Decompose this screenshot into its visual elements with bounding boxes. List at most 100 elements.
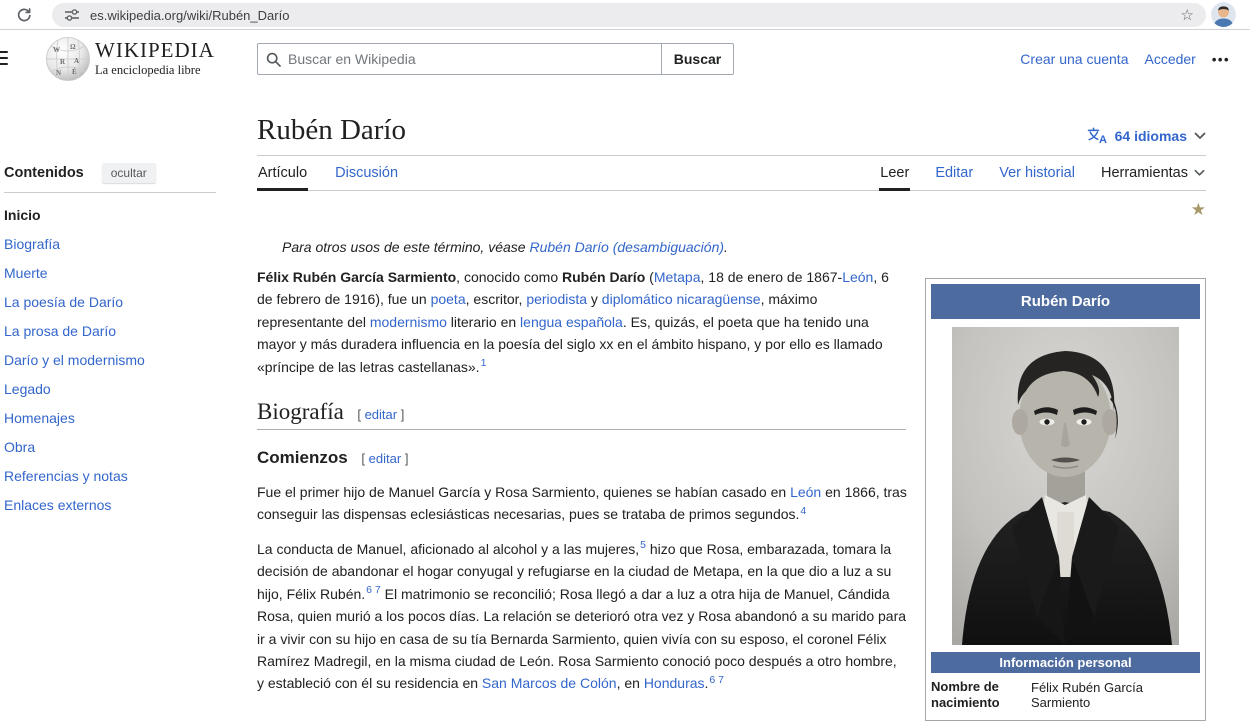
login-link[interactable]: Acceder [1144, 51, 1195, 67]
search-button[interactable]: Buscar [661, 43, 734, 75]
toc-item-modernismo[interactable]: Darío y el modernismo [4, 346, 240, 375]
table-of-contents: Contenidos ocultar Inicio Biografía Muer… [0, 163, 240, 520]
portrait-photo[interactable] [952, 327, 1179, 645]
infobox-section-header: Información personal [931, 652, 1200, 673]
toc-item-biografia[interactable]: Biografía [4, 230, 240, 259]
text-segment: , en [616, 675, 644, 692]
svg-text:A: A [1099, 134, 1107, 144]
svg-text:Ω: Ω [70, 43, 76, 51]
search-icon [266, 52, 281, 67]
toc-hide-button[interactable]: ocultar [101, 163, 156, 183]
search-input[interactable] [288, 51, 653, 67]
toc-item-legado[interactable]: Legado [4, 375, 240, 404]
tab-herramientas[interactable]: Herramientas [1100, 159, 1206, 190]
toc-item-muerte[interactable]: Muerte [4, 259, 240, 288]
wiki-link[interactable]: 6 7 [709, 674, 724, 686]
wiki-link[interactable]: 4 [800, 505, 806, 517]
user-links: Crear una cuenta Acceder ••• [1020, 51, 1230, 67]
wikipedia-wordmark[interactable]: WIKIPEDIA La enciclopedia libre [95, 38, 215, 78]
wiki-link[interactable]: diplomático [602, 291, 673, 307]
lead-paragraph: Félix Rubén García Sarmiento, conocido c… [257, 266, 907, 378]
wiki-link[interactable]: lengua española [520, 314, 623, 330]
logo-subtitle: La enciclopedia libre [95, 63, 201, 78]
toc-item-homenajes[interactable]: Homenajes [4, 404, 240, 433]
reload-icon[interactable] [16, 7, 32, 23]
infobox-row-value: Félix Rubén García Sarmiento [1031, 680, 1143, 710]
wiki-link[interactable]: León [842, 269, 873, 285]
toc-item-referencias[interactable]: Referencias y notas [4, 462, 240, 491]
text-segment: ( [645, 269, 654, 285]
text-segment: , 18 de enero de 1867- [700, 269, 843, 285]
infobox-title: Rubén Darío [931, 284, 1200, 319]
section-heading-comienzos: Comienzos [ editar ] [257, 448, 409, 467]
svg-text:W: W [53, 46, 60, 54]
svg-text:É: É [72, 68, 77, 76]
wiki-link[interactable]: modernismo [370, 314, 447, 330]
more-options-icon[interactable]: ••• [1212, 52, 1230, 67]
text-segment: Para otros usos de este término, véase [282, 239, 530, 255]
comienzos-paragraph-1: Fue el primer hijo de Manuel García y Ro… [257, 481, 907, 526]
hatnote: Para otros usos de este término, véase R… [282, 239, 902, 255]
text-segment: . [704, 675, 709, 692]
edit-section-link: [ editar ] [357, 407, 405, 422]
address-bar[interactable]: es.wikipedia.org/wiki/Rubén_Darío ☆ [52, 3, 1206, 27]
tab-editar[interactable]: Editar [934, 159, 974, 190]
heading-divider [257, 429, 906, 430]
edit-section-link: [ editar ] [361, 451, 409, 466]
wiki-link[interactable]: Metapa [654, 269, 701, 285]
text-segment: Rubén Darío [562, 269, 646, 285]
text-segment: , conocido como [456, 269, 563, 285]
wiki-link[interactable]: periodista [526, 291, 587, 307]
tab-leer[interactable]: Leer [879, 159, 911, 191]
featured-article-star-icon: ★ [1190, 200, 1206, 219]
language-selector-button[interactable]: A 64 idiomas [1087, 127, 1206, 144]
language-count-label: 64 idiomas [1114, 127, 1187, 144]
browser-toolbar: es.wikipedia.org/wiki/Rubén_Darío ☆ [0, 0, 1250, 30]
text-segment: La conducta de Manuel, aficionado al alc… [257, 541, 640, 557]
chevron-down-icon [1194, 169, 1205, 176]
chevron-down-icon [1194, 132, 1206, 139]
search-box[interactable] [257, 43, 661, 75]
language-icon: A [1087, 127, 1107, 144]
edit-link[interactable]: editar [369, 451, 402, 466]
section-heading-biografia: Biografía [ editar ] [257, 399, 405, 424]
toc-item-enlaces[interactable]: Enlaces externos [4, 491, 240, 520]
profile-avatar[interactable] [1211, 2, 1236, 27]
toc-item-inicio[interactable]: Inicio [4, 201, 240, 230]
infobox-row-label: Nombre de nacimiento [931, 679, 1000, 710]
text-segment: . [724, 239, 728, 255]
infobox: Rubén Darío Información personal Nombre … [925, 278, 1206, 721]
wikipedia-globe-logo[interactable]: W ΩR AN É [45, 36, 91, 82]
wiki-link[interactable]: 6 7 [366, 584, 381, 596]
hamburger-menu-icon[interactable] [0, 51, 8, 65]
tab-discusion[interactable]: Discusión [334, 159, 399, 190]
wiki-link[interactable]: Honduras [644, 675, 705, 691]
text-segment: , escritor, [465, 291, 527, 308]
wiki-link[interactable]: San Marcos de Colón [482, 675, 617, 691]
toc-item-prosa[interactable]: La prosa de Darío [4, 317, 240, 346]
toc-item-poesia[interactable]: La poesía de Darío [4, 288, 240, 317]
tab-ver-historial[interactable]: Ver historial [998, 159, 1076, 190]
text-segment: Félix Rubén García Sarmiento [257, 269, 457, 285]
wiki-link[interactable]: poeta [431, 291, 466, 307]
toc-item-obra[interactable]: Obra [4, 433, 240, 462]
page-title: Rubén Darío [257, 114, 406, 146]
wiki-link[interactable]: Rubén Darío (desambiguación) [529, 239, 724, 255]
site-info-icon[interactable] [64, 8, 80, 22]
create-account-link[interactable]: Crear una cuenta [1020, 51, 1128, 67]
site-header: WΩR ANÉ WIKIPEDIA La enciclopedia libre … [0, 31, 1250, 99]
bookmark-star-icon[interactable]: ☆ [1181, 8, 1194, 23]
edit-link[interactable]: editar [365, 407, 398, 422]
wiki-link[interactable]: nicaragüense [677, 291, 761, 307]
text-segment: literario en [446, 313, 521, 330]
wiki-link[interactable]: 1 [481, 357, 487, 369]
infobox-row: Nombre de nacimiento Félix Rubén García … [929, 673, 1202, 717]
svg-text:N: N [56, 69, 61, 77]
search-area: Buscar [257, 43, 734, 75]
text-segment: y [587, 291, 602, 308]
title-divider [257, 155, 1206, 156]
wiki-link[interactable]: León [790, 484, 821, 500]
url-text[interactable]: es.wikipedia.org/wiki/Rubén_Darío [90, 8, 1173, 23]
article-tabs: Artículo Discusión Leer Editar Ver histo… [257, 158, 1206, 191]
tab-articulo[interactable]: Artículo [257, 159, 309, 191]
